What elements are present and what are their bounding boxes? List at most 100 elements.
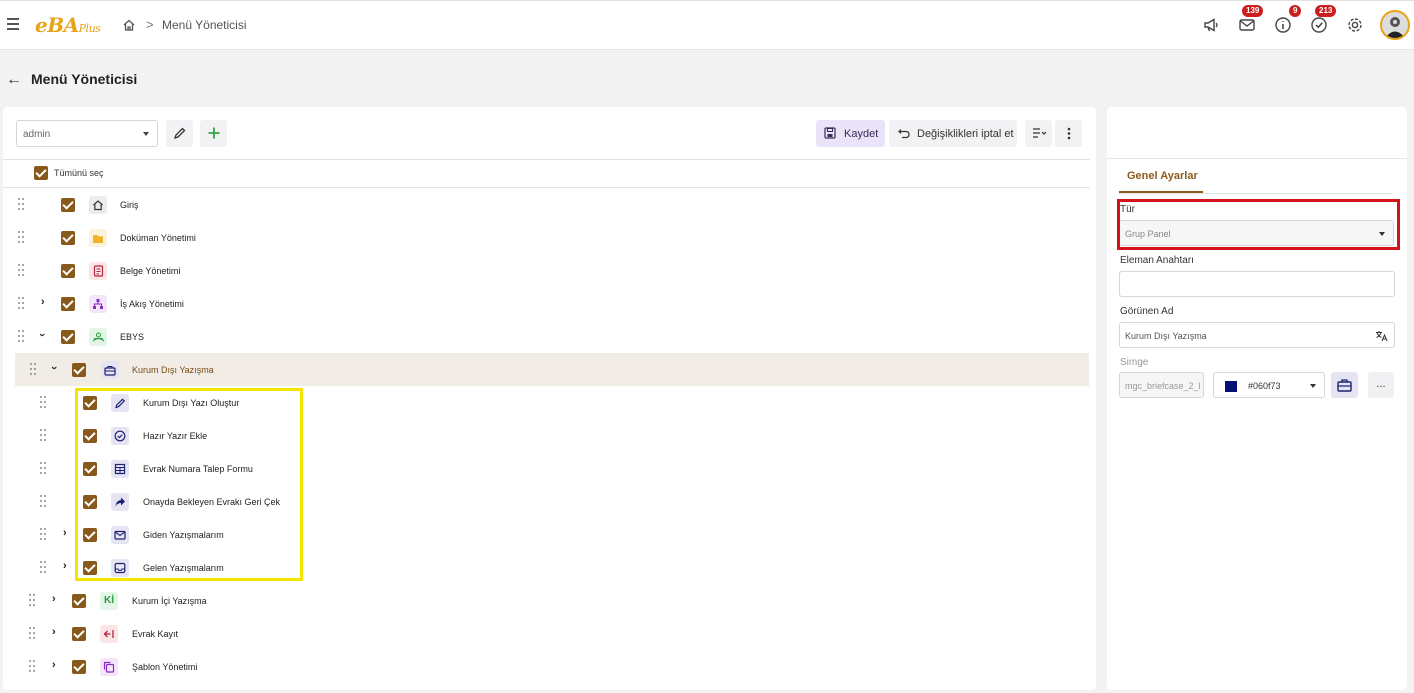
translate-icon[interactable] — [1375, 330, 1388, 342]
icon-name-input[interactable]: mgc_briefcase_2_l — [1119, 372, 1204, 398]
drag-handle-icon[interactable] — [18, 330, 25, 342]
drag-handle-icon[interactable] — [40, 495, 47, 507]
drag-handle-icon[interactable] — [29, 594, 36, 606]
user-avatar[interactable] — [1380, 10, 1410, 40]
drag-handle-icon[interactable] — [18, 198, 25, 210]
hamburger-menu-icon[interactable] — [7, 18, 19, 30]
row-checkbox[interactable] — [72, 627, 86, 641]
row-checkbox[interactable] — [61, 330, 75, 344]
tree-item-label: Şablon Yönetimi — [132, 662, 198, 672]
tree-row-belge-yonetimi[interactable]: Belge Yönetimi — [3, 254, 1090, 287]
workflow-icon — [89, 295, 107, 313]
chevron-right-icon[interactable]: › — [41, 296, 45, 308]
more-options-button[interactable] — [1055, 120, 1082, 147]
select-all-checkbox[interactable] — [34, 166, 48, 180]
tree-row-kurum-disi-yazisma[interactable]: › Kurum Dışı Yazışma — [15, 353, 1089, 386]
edit-button[interactable] — [166, 120, 193, 147]
briefcase-icon — [1337, 379, 1352, 392]
gear-icon[interactable] — [1346, 16, 1364, 34]
document-icon — [89, 262, 107, 280]
highlight-box-yellow — [75, 388, 303, 581]
chevron-right-icon[interactable]: › — [52, 626, 56, 638]
tree-row-kurum-ici-yazisma[interactable]: › Kİ Kurum İçi Yazışma — [3, 584, 1090, 617]
chevron-right-icon[interactable]: › — [63, 560, 67, 572]
drag-handle-icon[interactable] — [18, 297, 25, 309]
tree-item-label: EBYS — [120, 332, 145, 342]
info-icon[interactable] — [1274, 16, 1292, 34]
breadcrumb-separator: > — [146, 17, 154, 32]
filter-list-icon — [1032, 128, 1046, 138]
ki-icon: Kİ — [100, 592, 118, 610]
user-select[interactable]: admin — [16, 120, 158, 147]
display-name-label: Görünen Ad — [1120, 306, 1174, 317]
tree-row-evrak-kayit[interactable]: › Evrak Kayıt — [3, 617, 1090, 650]
color-swatch — [1225, 381, 1237, 392]
active-tab-indicator — [1119, 191, 1203, 193]
tree-item-label: Doküman Yönetimi — [120, 233, 196, 243]
app-logo[interactable]: eBAPlus — [35, 13, 101, 37]
menu-tree-panel: admin Kaydet Değişiklikleri iptal et Tüm… — [3, 107, 1096, 690]
task-badge: 213 — [1315, 5, 1337, 17]
tree-item-label: Kurum İçi Yazışma — [132, 596, 207, 606]
drag-handle-icon[interactable] — [29, 627, 36, 639]
drag-handle-icon[interactable] — [40, 561, 47, 573]
copy-icon — [100, 658, 118, 676]
drag-handle-icon[interactable] — [18, 264, 25, 276]
color-value: #060f73 — [1248, 381, 1281, 391]
element-key-input[interactable] — [1119, 271, 1395, 297]
tree-row-is-akis-yonetimi[interactable]: › İş Akış Yönetimi — [3, 287, 1090, 320]
chevron-down-icon[interactable]: › — [48, 366, 60, 370]
logo-sub: Plus — [78, 22, 101, 35]
drag-handle-icon[interactable] — [40, 429, 47, 441]
chevron-right-icon[interactable]: › — [63, 527, 67, 539]
color-select[interactable]: #060f73 — [1213, 372, 1325, 398]
icon-name-value: mgc_briefcase_2_l — [1125, 381, 1201, 391]
filter-list-button[interactable] — [1025, 120, 1052, 147]
chevron-right-icon[interactable]: › — [52, 659, 56, 671]
back-arrow-icon[interactable]: ← — [6, 71, 22, 89]
home-icon[interactable] — [122, 18, 136, 32]
tree-row-ebys[interactable]: › EBYS — [3, 320, 1090, 353]
megaphone-icon[interactable] — [1202, 16, 1220, 34]
breadcrumb[interactable]: Menü Yöneticisi — [162, 18, 247, 32]
row-checkbox[interactable] — [61, 264, 75, 278]
icon-more-button[interactable]: ... — [1368, 372, 1394, 398]
divider — [3, 159, 1090, 160]
chevron-down-icon — [143, 132, 149, 136]
row-checkbox[interactable] — [72, 660, 86, 674]
mail-badge: 139 — [1242, 5, 1264, 17]
row-checkbox[interactable] — [61, 231, 75, 245]
info-badge: 9 — [1289, 5, 1302, 17]
task-check-icon[interactable] — [1310, 16, 1328, 34]
row-checkbox[interactable] — [61, 198, 75, 212]
settings-panel: Genel Ayarlar Tür Grup Panel Eleman Anah… — [1107, 107, 1407, 690]
tree-row-giris[interactable]: Giriş — [3, 188, 1090, 221]
row-checkbox[interactable] — [72, 594, 86, 608]
drag-handle-icon[interactable] — [40, 528, 47, 540]
element-key-label: Eleman Anahtarı — [1120, 255, 1194, 266]
save-button[interactable]: Kaydet — [816, 120, 885, 147]
briefcase-icon — [101, 361, 119, 379]
display-name-input[interactable]: Kurum Dışı Yazışma — [1119, 322, 1395, 348]
row-checkbox[interactable] — [61, 297, 75, 311]
pencil-icon — [173, 127, 185, 140]
cancel-changes-button[interactable]: Değişiklikleri iptal et — [889, 120, 1017, 147]
row-checkbox[interactable] — [72, 363, 86, 377]
cancel-label: Değişiklikleri iptal et — [917, 128, 1014, 140]
drag-handle-icon[interactable] — [30, 363, 37, 375]
tree-row-sablon-yonetimi[interactable]: › Şablon Yönetimi — [3, 650, 1090, 683]
undo-icon — [898, 129, 910, 139]
drag-handle-icon[interactable] — [29, 660, 36, 672]
home-icon — [89, 196, 107, 214]
tree-row-dokuman-yonetimi[interactable]: Doküman Yönetimi — [3, 221, 1090, 254]
display-name-value: Kurum Dışı Yazışma — [1125, 331, 1207, 341]
drag-handle-icon[interactable] — [18, 231, 25, 243]
icon-preview-button[interactable] — [1331, 372, 1358, 398]
mail-icon[interactable] — [1238, 16, 1256, 34]
chevron-down-icon[interactable]: › — [36, 333, 48, 337]
tab-genel-ayarlar[interactable]: Genel Ayarlar — [1127, 170, 1198, 182]
drag-handle-icon[interactable] — [40, 462, 47, 474]
drag-handle-icon[interactable] — [40, 396, 47, 408]
chevron-right-icon[interactable]: › — [52, 593, 56, 605]
add-button[interactable] — [200, 120, 227, 147]
